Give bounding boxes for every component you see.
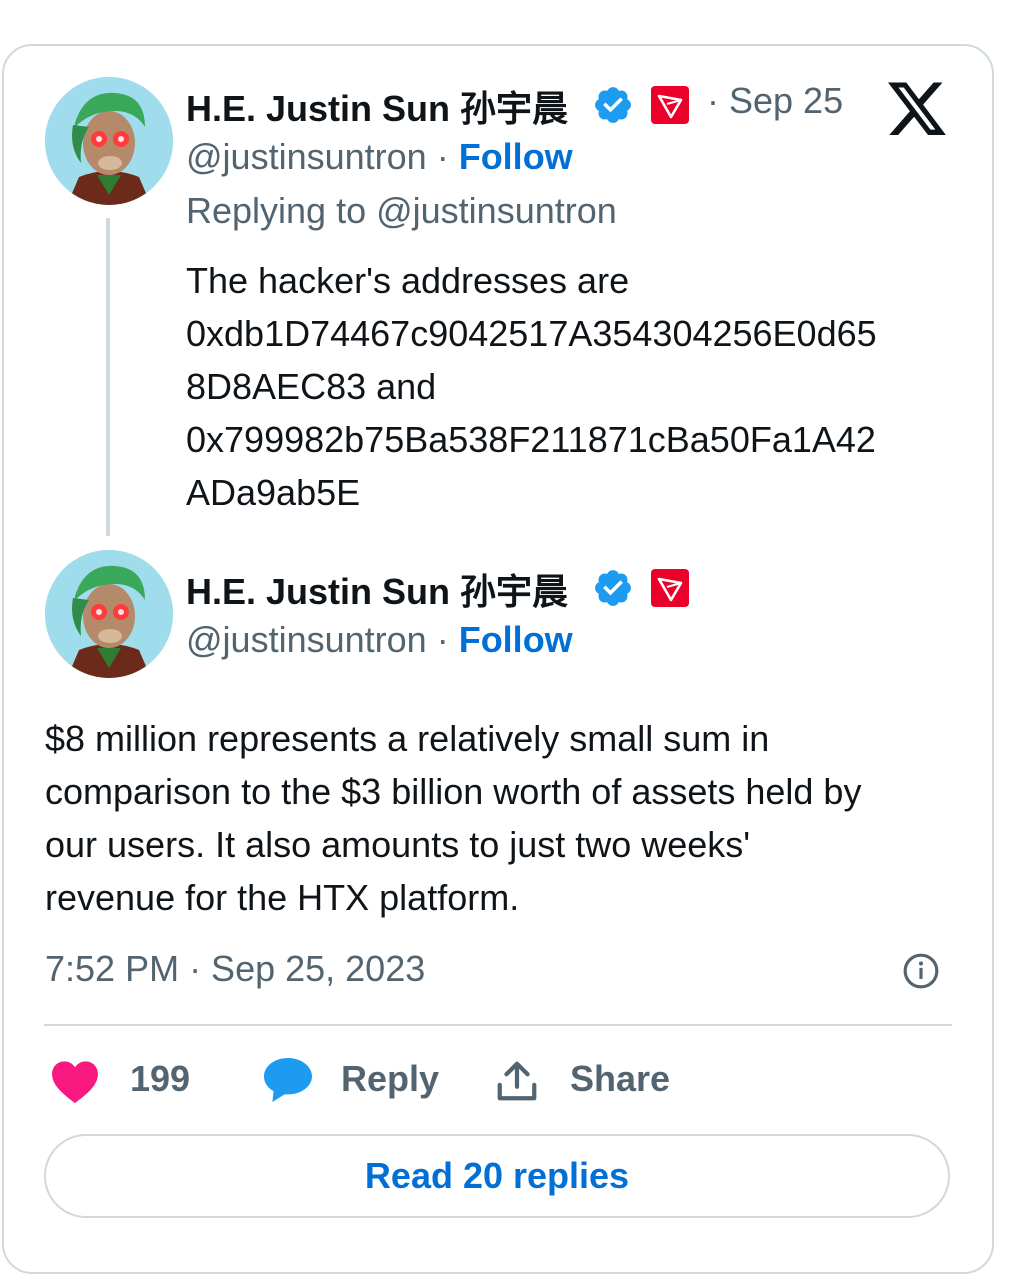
share-button[interactable]: Share [570,1058,670,1100]
separator-dot: · [436,136,449,177]
share-upload-icon[interactable] [494,1058,540,1104]
author-handle-row: @justinsuntron · Follow [186,619,573,661]
tweet-text-line: $8 million represents a relatively small… [45,718,770,759]
author-handle-row: @justinsuntron · Follow [186,136,573,178]
like-count[interactable]: 199 [130,1058,190,1100]
thread-connector-line [106,218,110,536]
heart-icon[interactable] [50,1058,100,1104]
tweet-text-line: 0x799982b75Ba538F211871cBa50Fa1A42 [186,419,876,460]
reply-button[interactable]: Reply [341,1058,439,1100]
x-logo-icon[interactable] [888,82,948,138]
read-replies-button[interactable]: Read 20 replies [44,1134,950,1218]
replying-to-label: Replying to @justinsuntron [186,190,617,231]
tweet-text-line: ADa9ab5E [186,472,361,513]
reply-tweet-text: The hacker's addresses are 0xdb1D74467c9… [186,254,956,519]
author-name[interactable]: H.E. Justin Sun 孙宇晨 [186,563,568,615]
author-handle[interactable]: @justinsuntron [186,619,427,660]
author-name[interactable]: H.E. Justin Sun 孙宇晨 [186,80,568,132]
tweet-timestamp[interactable]: 7:52 PM · Sep 25, 2023 [45,948,425,990]
author-avatar[interactable] [45,550,173,678]
author-avatar[interactable] [45,77,173,205]
tweet-text-line: our users. It also amounts to just two w… [45,824,751,865]
tweet-text-line: 0xdb1D74467c9042517A354304256E0d65 [186,313,877,354]
author-handle[interactable]: @justinsuntron [186,136,427,177]
tron-logo-icon [651,86,689,124]
tron-logo-icon [651,569,689,607]
verified-badge-icon [595,570,631,606]
speech-bubble-icon[interactable] [262,1056,314,1104]
follow-button[interactable]: Follow [459,136,573,177]
verified-badge-icon [595,87,631,123]
follow-button[interactable]: Follow [459,619,573,660]
tweet-date[interactable]: · Sep 25 [707,80,843,122]
separator-dot: · [436,619,449,660]
info-icon[interactable] [902,952,940,990]
tweet-text-line: comparison to the $3 billion worth of as… [45,771,862,812]
tweet-text-line: The hacker's addresses are [186,260,630,301]
main-tweet-text: $8 million represents a relatively small… [45,712,975,924]
tweet-text-line: 8D8AEC83 and [186,366,437,407]
divider [44,1024,952,1026]
tweet-text-line: revenue for the HTX platform. [45,877,520,918]
